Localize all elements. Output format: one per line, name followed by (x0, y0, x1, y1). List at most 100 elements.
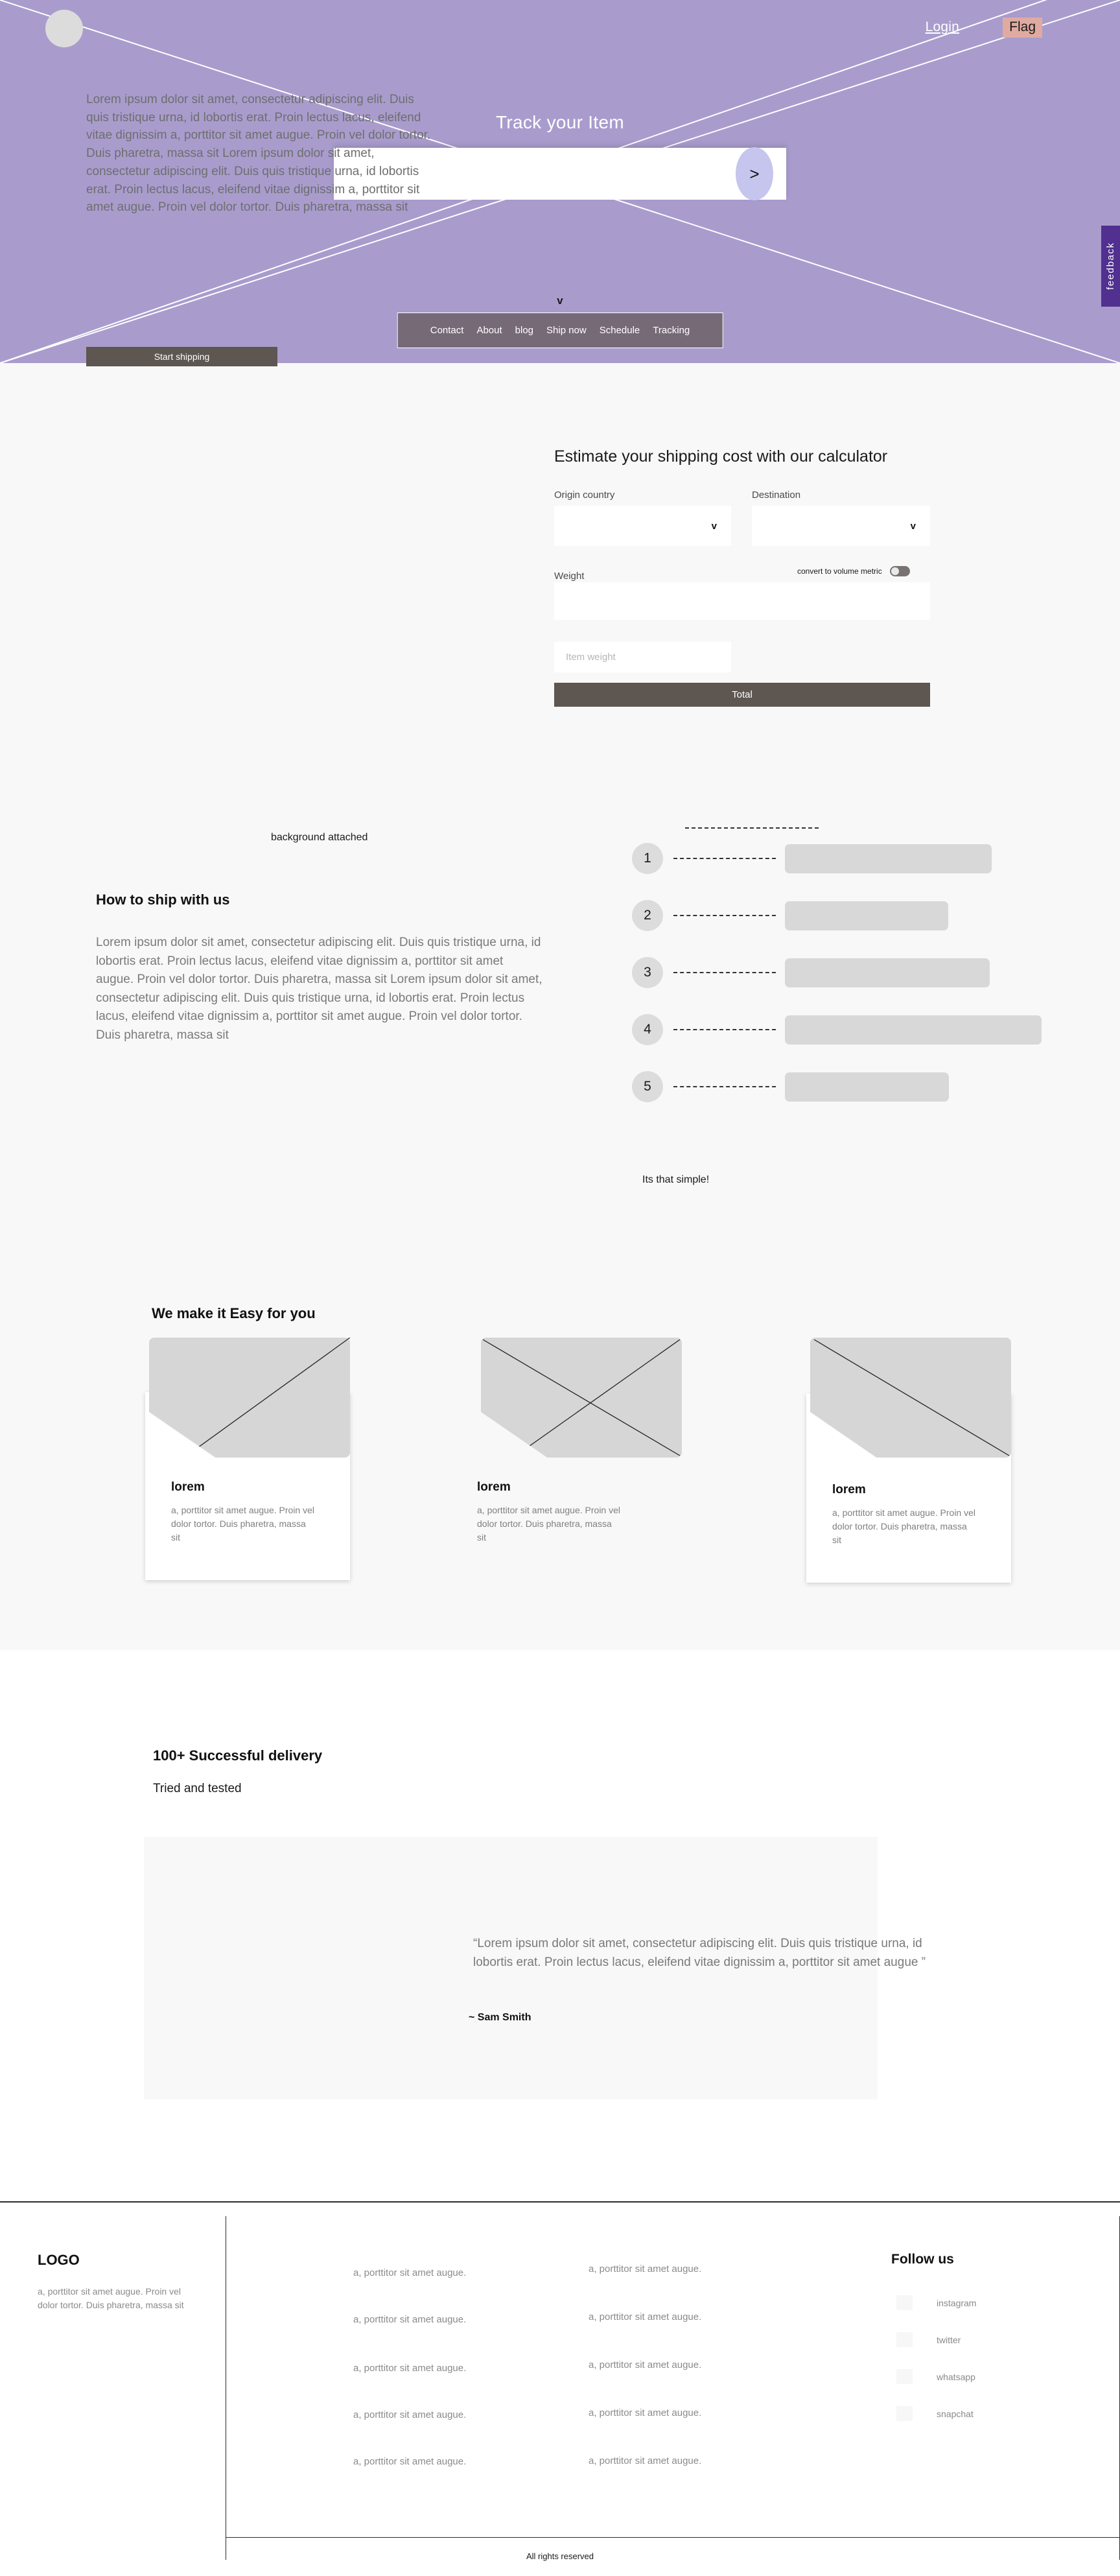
step-row: 5 (632, 1071, 1042, 1102)
footer-link[interactable]: a, porttitor sit amet augue. (589, 2263, 701, 2275)
step-number: 1 (632, 843, 663, 874)
step-dash-top (685, 827, 819, 829)
footer-divider-bottom (226, 2537, 1120, 2538)
footer-link[interactable]: a, porttitor sit amet augue. (353, 2456, 466, 2467)
step-number: 3 (632, 957, 663, 988)
card-image-placeholder (481, 1338, 682, 1458)
how-to-ship-title: How to ship with us (96, 892, 230, 908)
step-number: 4 (632, 1014, 663, 1045)
card-body: a, porttitor sit amet augue. Proin vel d… (832, 1507, 975, 1545)
how-to-ship-paragraph: Lorem ipsum dolor sit amet, consectetur … (96, 936, 542, 1042)
social-label: instagram (937, 2297, 977, 2308)
successful-delivery-title: 100+ Successful delivery (153, 1747, 323, 1764)
footer-link[interactable]: a, porttitor sit amet augue. (589, 2359, 701, 2370)
nav-item-tracking[interactable]: Tracking (653, 325, 690, 336)
testimonial-quote: “Lorem ipsum dolor sit amet, consectetur… (473, 1937, 926, 1970)
feature-card[interactable]: lorem a, porttitor sit amet augue. Proin… (145, 1338, 350, 1584)
hero-title: Track your Item (496, 112, 624, 132)
feature-card[interactable]: lorem a, porttitor sit amet augue. Proin… (806, 1338, 1011, 1584)
calculator-title: Estimate your shipping cost with our cal… (554, 447, 888, 466)
convert-volume-label: convert to volume metric (797, 567, 882, 576)
flag-badge[interactable]: Flag (1003, 18, 1042, 38)
card-body: a, porttitor sit amet augue. Proin vel d… (171, 1505, 314, 1542)
feature-card[interactable]: lorem a, porttitor sit amet augue. Proin… (477, 1338, 682, 1584)
its-that-simple-note: Its that simple! (642, 1174, 710, 1185)
logo-circle-icon[interactable] (45, 10, 83, 47)
weight-label: Weight (554, 571, 585, 582)
step-bar (785, 901, 948, 930)
step-bar (785, 844, 992, 873)
twitter-icon (896, 2332, 913, 2347)
snapchat-icon (896, 2406, 913, 2421)
footer-link[interactable]: a, porttitor sit amet augue. (353, 2363, 466, 2374)
footer-link[interactable]: a, porttitor sit amet augue. (353, 2409, 466, 2420)
search-submit-button[interactable]: > (736, 147, 773, 200)
feedback-tab[interactable]: feedback (1101, 226, 1120, 307)
switch-knob (891, 567, 899, 575)
step-row: 1 (632, 827, 1042, 874)
footer-link[interactable]: a, porttitor sit amet augue. (589, 2311, 701, 2322)
item-weight-input[interactable] (554, 642, 731, 672)
total-button[interactable]: Total (554, 683, 930, 707)
convert-volume-switch[interactable] (889, 566, 910, 576)
nav-item-blog[interactable]: blog (515, 325, 533, 336)
origin-country-label: Origin country (554, 490, 615, 501)
chevron-down-icon: v (711, 520, 717, 532)
card-body: a, porttitor sit amet augue. Proin vel d… (477, 1505, 620, 1542)
social-link-twitter[interactable]: twitter (896, 2332, 976, 2347)
destination-label: Destination (752, 490, 801, 501)
whatsapp-icon (896, 2369, 913, 2384)
login-link[interactable]: Login (926, 19, 959, 35)
step-number: 5 (632, 1071, 663, 1102)
copyright-text: All rights reserved (526, 2551, 594, 2561)
social-label: snapchat (937, 2408, 974, 2419)
steps-list: 1 2 3 4 5 (632, 827, 1042, 1102)
footer-logo: LOGO (38, 2252, 80, 2268)
chevron-down-icon: v (910, 520, 916, 532)
footer-link[interactable]: a, porttitor sit amet augue. (353, 2267, 466, 2278)
features-title: We make it Easy for you (152, 1305, 316, 1321)
instagram-icon (896, 2295, 913, 2310)
step-bar (785, 958, 990, 987)
footer-logo-copy: a, porttitor sit amet augue. Proin vel d… (38, 2286, 184, 2311)
step-row: 2 (632, 900, 1042, 931)
footer-column-one: a, porttitor sit amet augue. a, porttito… (353, 2267, 466, 2467)
step-dash (673, 1029, 776, 1030)
nav-item-contact[interactable]: Contact (430, 325, 464, 336)
testimonial-author: ~ Sam Smith (469, 2012, 531, 2023)
origin-country-select[interactable]: v (554, 506, 731, 546)
step-dash (673, 858, 776, 859)
card-title: lorem (171, 1480, 205, 1494)
start-shipping-button[interactable]: Start shipping (86, 347, 277, 366)
footer-link[interactable]: a, porttitor sit amet augue. (353, 2314, 466, 2325)
nav-item-schedule[interactable]: Schedule (600, 325, 640, 336)
social-links: instagram twitter whatsapp snapchat (896, 2295, 976, 2443)
follow-us-title: Follow us (891, 2252, 954, 2267)
nav-item-ship-now[interactable]: Ship now (546, 325, 587, 336)
footer-column-two: a, porttitor sit amet augue. a, porttito… (589, 2263, 701, 2466)
intro-paragraph: Lorem ipsum dolor sit amet, consectetur … (86, 93, 431, 215)
social-link-whatsapp[interactable]: whatsapp (896, 2369, 976, 2384)
card-title: lorem (832, 1483, 866, 1496)
social-label: whatsapp (937, 2371, 975, 2382)
chevron-down-icon: v (557, 294, 563, 307)
main-nav: Contact About blog Ship now Schedule Tra… (397, 313, 723, 348)
weight-input[interactable] (554, 582, 930, 620)
background-attached-note: background attached (271, 832, 368, 843)
nav-item-about[interactable]: About (476, 325, 502, 336)
step-number: 2 (632, 900, 663, 931)
step-row: 3 (632, 957, 1042, 988)
social-link-instagram[interactable]: instagram (896, 2295, 976, 2310)
step-dash (673, 915, 776, 916)
successful-delivery-subtitle: Tried and tested (153, 1782, 242, 1795)
step-bar (785, 1015, 1042, 1045)
step-dash (673, 1086, 776, 1087)
destination-select[interactable]: v (752, 506, 930, 546)
step-bar (785, 1072, 949, 1102)
card-title: lorem (477, 1480, 511, 1494)
social-link-snapchat[interactable]: snapchat (896, 2406, 976, 2421)
footer-link[interactable]: a, porttitor sit amet augue. (589, 2455, 701, 2466)
footer-link[interactable]: a, porttitor sit amet augue. (589, 2407, 701, 2418)
step-row: 4 (632, 1014, 1042, 1045)
convert-volume-toggle-row: convert to volume metric (797, 566, 910, 576)
